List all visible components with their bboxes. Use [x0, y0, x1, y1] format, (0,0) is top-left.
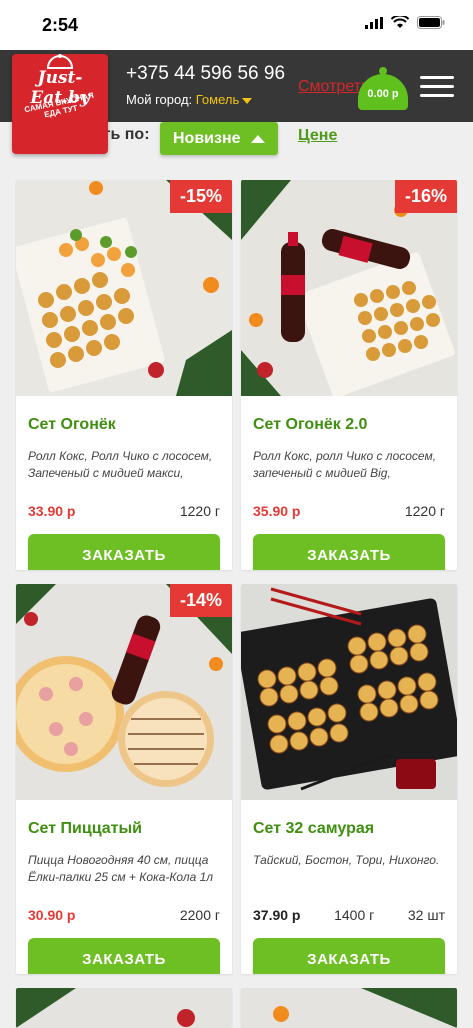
sushi-cola-image[interactable]: -16%	[241, 180, 457, 396]
city-selector[interactable]: Мой город: Гомель	[126, 92, 253, 107]
site-logo[interactable]: Just-Eat.by САМАЯ ВКУСНАЯ ЕДА ТУТ	[12, 54, 108, 154]
product-price: 30.90 р	[28, 907, 76, 923]
product-meta: 37.90 р 1400 г 32 шт	[253, 906, 445, 924]
product-card	[16, 988, 232, 1028]
product-description: Тайский, Бостон, Тори, Нихонго.	[253, 853, 440, 867]
product-meta: 30.90 р 2200 г	[28, 906, 220, 924]
chevron-down-icon	[242, 97, 253, 104]
product-weight: 1220 г	[404, 503, 445, 519]
product-card: -14% Сет Пиццатый Пицца Новогодняя 40 см…	[16, 584, 232, 974]
product-weight: 1220 г	[179, 503, 220, 519]
rolls-board-image[interactable]	[241, 584, 457, 800]
order-button[interactable]: ЗАКАЗАТЬ	[28, 938, 220, 974]
hamburger-menu-icon[interactable]	[420, 76, 454, 98]
sort-newest-label: Новизне	[173, 129, 241, 147]
product-description: Ролл Кокс, ролл Чико с лососем, запечены…	[253, 449, 437, 480]
sushi-set-image[interactable]: -15%	[16, 180, 232, 396]
product-card: -15% Сет Огонёк Ролл Кокс, Ролл Чико с л…	[16, 180, 232, 570]
product-meta: 33.90 р 1220 г	[28, 502, 220, 520]
status-icons	[365, 16, 445, 29]
city-name[interactable]: Гомель	[196, 92, 240, 107]
discount-badge: -14%	[169, 584, 232, 617]
product-title[interactable]: Сет Огонёк 2.0	[253, 416, 445, 434]
discount-badge: -15%	[169, 180, 232, 213]
product-card: -16% Сет Огонёк 2.0 Ролл Кокс, ролл Чико…	[241, 180, 457, 570]
status-bar: 2:54	[0, 0, 473, 50]
wifi-icon	[391, 16, 409, 28]
product-title[interactable]: Сет Пиццатый	[28, 820, 220, 838]
discount-badge: -16%	[394, 180, 457, 213]
cart-button[interactable]: 0.00 р	[358, 64, 408, 114]
product-title[interactable]: Сет Огонёк	[28, 416, 220, 434]
product-image[interactable]	[241, 988, 457, 1028]
battery-icon	[417, 16, 445, 29]
product-pieces: 32 шт	[407, 907, 445, 923]
product-price: 37.90 р	[253, 907, 301, 923]
product-weight: 2200 г	[179, 907, 220, 923]
product-price: 35.90 р	[253, 503, 301, 519]
order-button[interactable]: ЗАКАЗАТЬ	[253, 534, 445, 570]
product-image[interactable]	[16, 988, 232, 1028]
product-weight: 1400 г	[334, 907, 375, 923]
signal-icon	[365, 16, 383, 29]
status-time: 2:54	[42, 15, 79, 35]
product-card	[241, 988, 457, 1028]
order-button[interactable]: ЗАКАЗАТЬ	[28, 534, 220, 570]
product-description: Пицца Новогодняя 40 см, пицца Ёлки-палки…	[28, 853, 214, 884]
arrow-up-icon	[250, 134, 265, 143]
sort-by-newest-button[interactable]: Новизне	[160, 122, 278, 155]
product-price: 33.90 р	[28, 503, 76, 519]
phone-number[interactable]: +375 44 596 56 96	[126, 63, 285, 85]
product-description: Ролл Кокс, Ролл Чико с лососем, Запечены…	[28, 449, 213, 480]
pizza-set-image[interactable]: -14%	[16, 584, 232, 800]
product-title[interactable]: Сет 32 самурая	[253, 820, 445, 838]
cart-total: 0.00 р	[367, 88, 399, 100]
product-card: Сет 32 самурая Тайский, Бостон, Тори, Ни…	[241, 584, 457, 974]
sort-by-price-link[interactable]: Цене	[298, 127, 337, 145]
city-label: Мой город:	[126, 92, 193, 107]
product-meta: 35.90 р 1220 г	[253, 502, 445, 520]
order-button[interactable]: ЗАКАЗАТЬ	[253, 938, 445, 974]
site-header: Just-Eat.by САМАЯ ВКУСНАЯ ЕДА ТУТ +375 4…	[0, 50, 473, 154]
